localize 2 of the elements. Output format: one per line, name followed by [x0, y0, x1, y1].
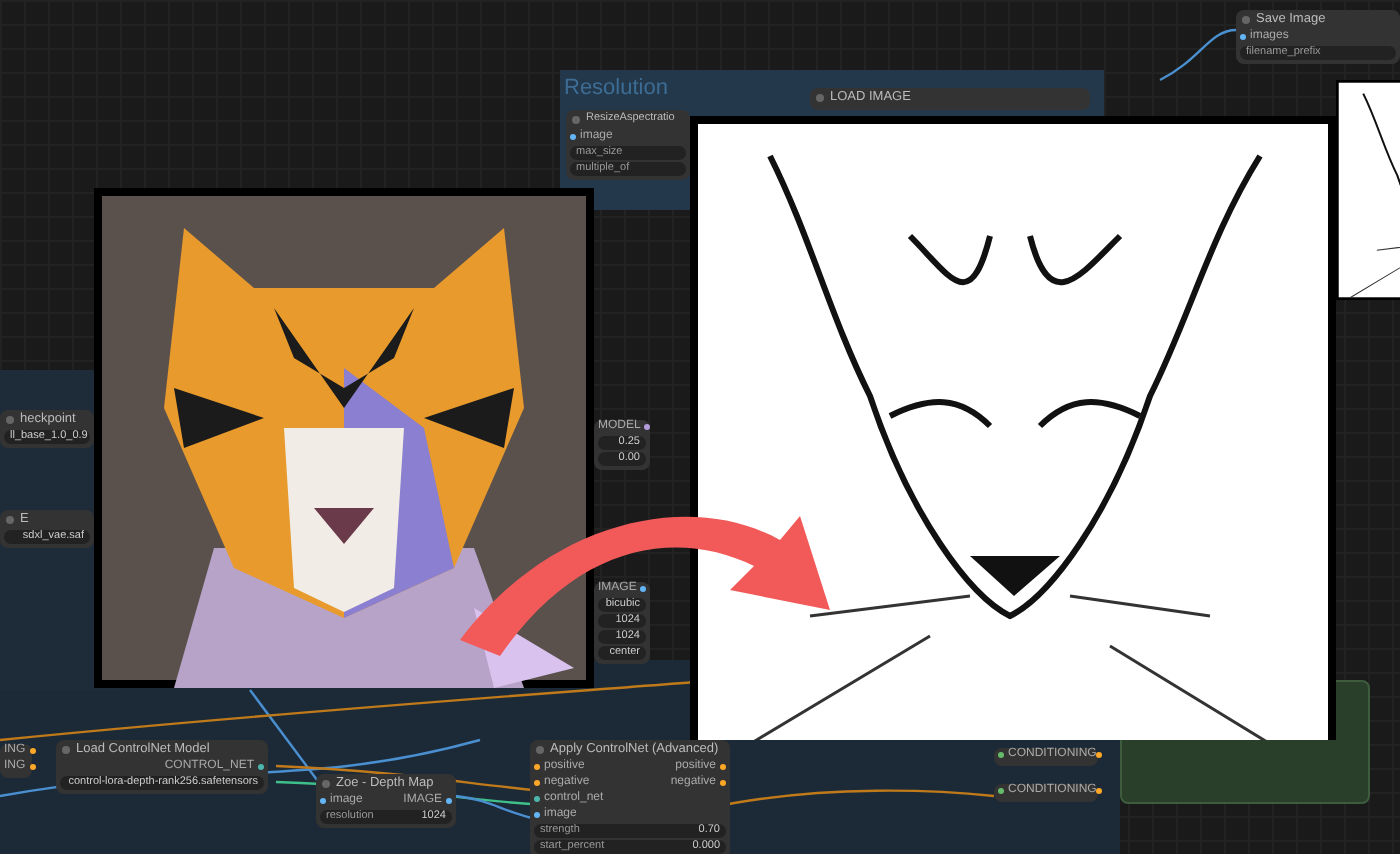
group-title: Resolution: [564, 74, 668, 104]
wire: [1159, 28, 1237, 82]
